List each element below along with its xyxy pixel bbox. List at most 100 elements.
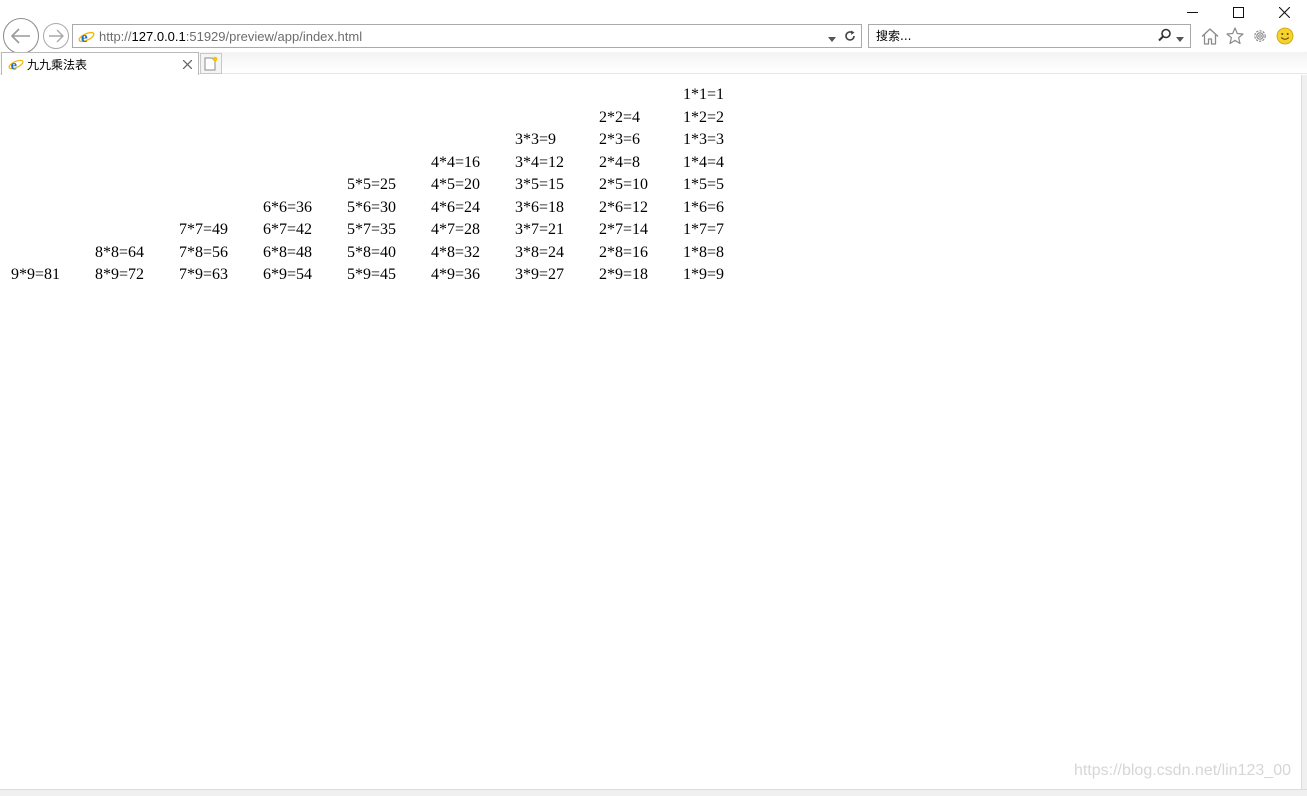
table-cell: 2*8=16 — [599, 243, 649, 261]
table-cell — [262, 85, 344, 106]
table-cell: 6*8=48 — [263, 243, 313, 261]
tools-button[interactable] — [1250, 27, 1269, 46]
search-tools — [1158, 27, 1190, 46]
tab-strip: e 九九乘法表 — [0, 52, 1307, 75]
maximize-button[interactable] — [1215, 0, 1261, 24]
minimize-button[interactable] — [1169, 0, 1215, 24]
gear-icon — [1253, 30, 1266, 42]
address-tools — [828, 27, 861, 46]
table-cell — [178, 108, 260, 129]
table-cell — [10, 198, 92, 219]
forward-button[interactable] — [43, 23, 69, 49]
search-icon — [1158, 28, 1171, 41]
minimize-icon — [1186, 11, 1198, 13]
new-tab-button[interactable] — [200, 53, 222, 74]
table-cell — [178, 175, 260, 196]
table-cell: 2*9=18 — [599, 266, 649, 284]
table-cell: 7*8=56 — [179, 243, 229, 261]
table-cell — [178, 153, 260, 174]
search-box[interactable] — [868, 24, 1191, 48]
table-cell: 8*9=72 — [95, 266, 145, 284]
table-cell: 3*7=21 — [515, 221, 565, 239]
tab-title: 九九乘法表 — [27, 57, 88, 72]
table-cell: 2*2=4 — [599, 108, 641, 126]
home-icon — [1201, 27, 1218, 45]
table-cell: 4*8=32 — [431, 243, 481, 261]
table-row: 5*5=25 4*5=20 3*5=15 2*5=10 1*5=5 — [10, 175, 764, 196]
window-bottom-edge — [0, 789, 1307, 796]
address-scheme: http:// — [99, 28, 132, 44]
close-window-button[interactable] — [1261, 0, 1307, 24]
refresh-icon — [845, 30, 855, 41]
table-cell — [94, 175, 176, 196]
table-cell: 5*5=25 — [347, 176, 397, 194]
table-cell — [262, 108, 344, 129]
table-cell: 3*9=27 — [515, 266, 565, 284]
table-cell: 8*8=64 — [95, 243, 145, 261]
favorites-button[interactable] — [1225, 27, 1244, 46]
table-cell — [430, 85, 512, 106]
search-input[interactable] — [869, 26, 1158, 46]
table-cell — [598, 85, 680, 106]
table-cell — [262, 130, 344, 151]
tab-active[interactable]: e 九九乘法表 — [1, 52, 199, 75]
close-icon — [1278, 6, 1290, 18]
feedback-button[interactable] — [1275, 27, 1294, 46]
table-row: 6*6=36 5*6=30 4*6=24 3*6=18 2*6=12 1*6=6 — [10, 198, 764, 219]
svg-text:e: e — [11, 58, 17, 72]
search-button[interactable] — [1158, 27, 1172, 46]
tab-close-button[interactable] — [180, 57, 194, 71]
back-button[interactable] — [3, 18, 39, 54]
table-cell: 4*7=28 — [431, 221, 481, 239]
address-url[interactable]: http://127.0.0.1:51929/preview/app/index… — [99, 29, 828, 44]
table-cell: 7*7=49 — [179, 221, 229, 239]
table-cell — [514, 85, 596, 106]
table-cell: 2*4=8 — [599, 153, 641, 171]
watermark: https://blog.csdn.net/lin123_00 — [1073, 762, 1291, 779]
smiley-icon — [1276, 27, 1293, 45]
multiplication-table-body: 1*1=1 2*2=4 1*2=2 3*3=9 2*3=6 1*3=3 4*4=16 3*4=… — [10, 85, 764, 286]
table-cell: 3*6=18 — [515, 198, 565, 216]
multiplication-table: 1*1=1 2*2=4 1*2=2 3*3=9 2*3=6 1*3=3 4*4=16 3*4=… — [8, 83, 766, 288]
table-cell: 2*5=10 — [599, 176, 649, 194]
close-icon — [182, 59, 192, 69]
table-cell — [94, 153, 176, 174]
search-provider-dropdown[interactable] — [1176, 27, 1184, 46]
table-cell — [10, 85, 92, 106]
vertical-scrollbar[interactable] — [1301, 75, 1307, 789]
table-cell: 1*3=3 — [683, 131, 725, 149]
table-cell — [10, 108, 92, 129]
table-cell — [430, 130, 512, 151]
table-cell: 1*2=2 — [683, 108, 725, 126]
table-cell: 4*4=16 — [431, 153, 481, 171]
address-host: 127.0.0.1 — [131, 28, 186, 44]
table-cell — [262, 153, 344, 174]
table-cell — [514, 108, 596, 129]
table-cell: 5*7=35 — [347, 221, 397, 239]
table-cell: 7*9=63 — [179, 266, 229, 284]
table-cell — [346, 153, 428, 174]
home-button[interactable] — [1200, 27, 1219, 46]
back-arrow-icon — [11, 28, 30, 44]
table-cell — [346, 130, 428, 151]
browser-titlebar: e http://127.0.0.1:51929/preview/app/ind… — [0, 0, 1307, 54]
table-cell — [10, 153, 92, 174]
ie-logo-icon: e — [7, 55, 25, 73]
table-cell: 3*3=9 — [515, 131, 557, 149]
address-bar[interactable]: e http://127.0.0.1:51929/preview/app/ind… — [72, 24, 862, 48]
table-row: 3*3=9 2*3=6 1*3=3 — [10, 130, 764, 151]
new-tab-icon — [204, 56, 218, 71]
table-cell: 5*9=45 — [347, 266, 397, 284]
address-dropdown-button[interactable] — [828, 27, 836, 46]
table-row: 7*7=49 6*7=42 5*7=35 4*7=28 3*7=21 2*7=14 1*7=… — [10, 220, 764, 241]
table-cell: 3*4=12 — [515, 153, 565, 171]
svg-text:e: e — [81, 30, 88, 45]
table-cell: 3*8=24 — [515, 243, 565, 261]
table-row: 1*1=1 — [10, 85, 764, 106]
refresh-button[interactable] — [844, 27, 856, 46]
table-cell — [10, 243, 92, 264]
table-cell — [346, 85, 428, 106]
maximize-icon — [1232, 6, 1244, 18]
table-cell — [94, 220, 176, 241]
table-row: 9*9=81 8*9=72 7*9=63 6*9=54 5*9=45 4*9=36 3*9=… — [10, 265, 764, 286]
